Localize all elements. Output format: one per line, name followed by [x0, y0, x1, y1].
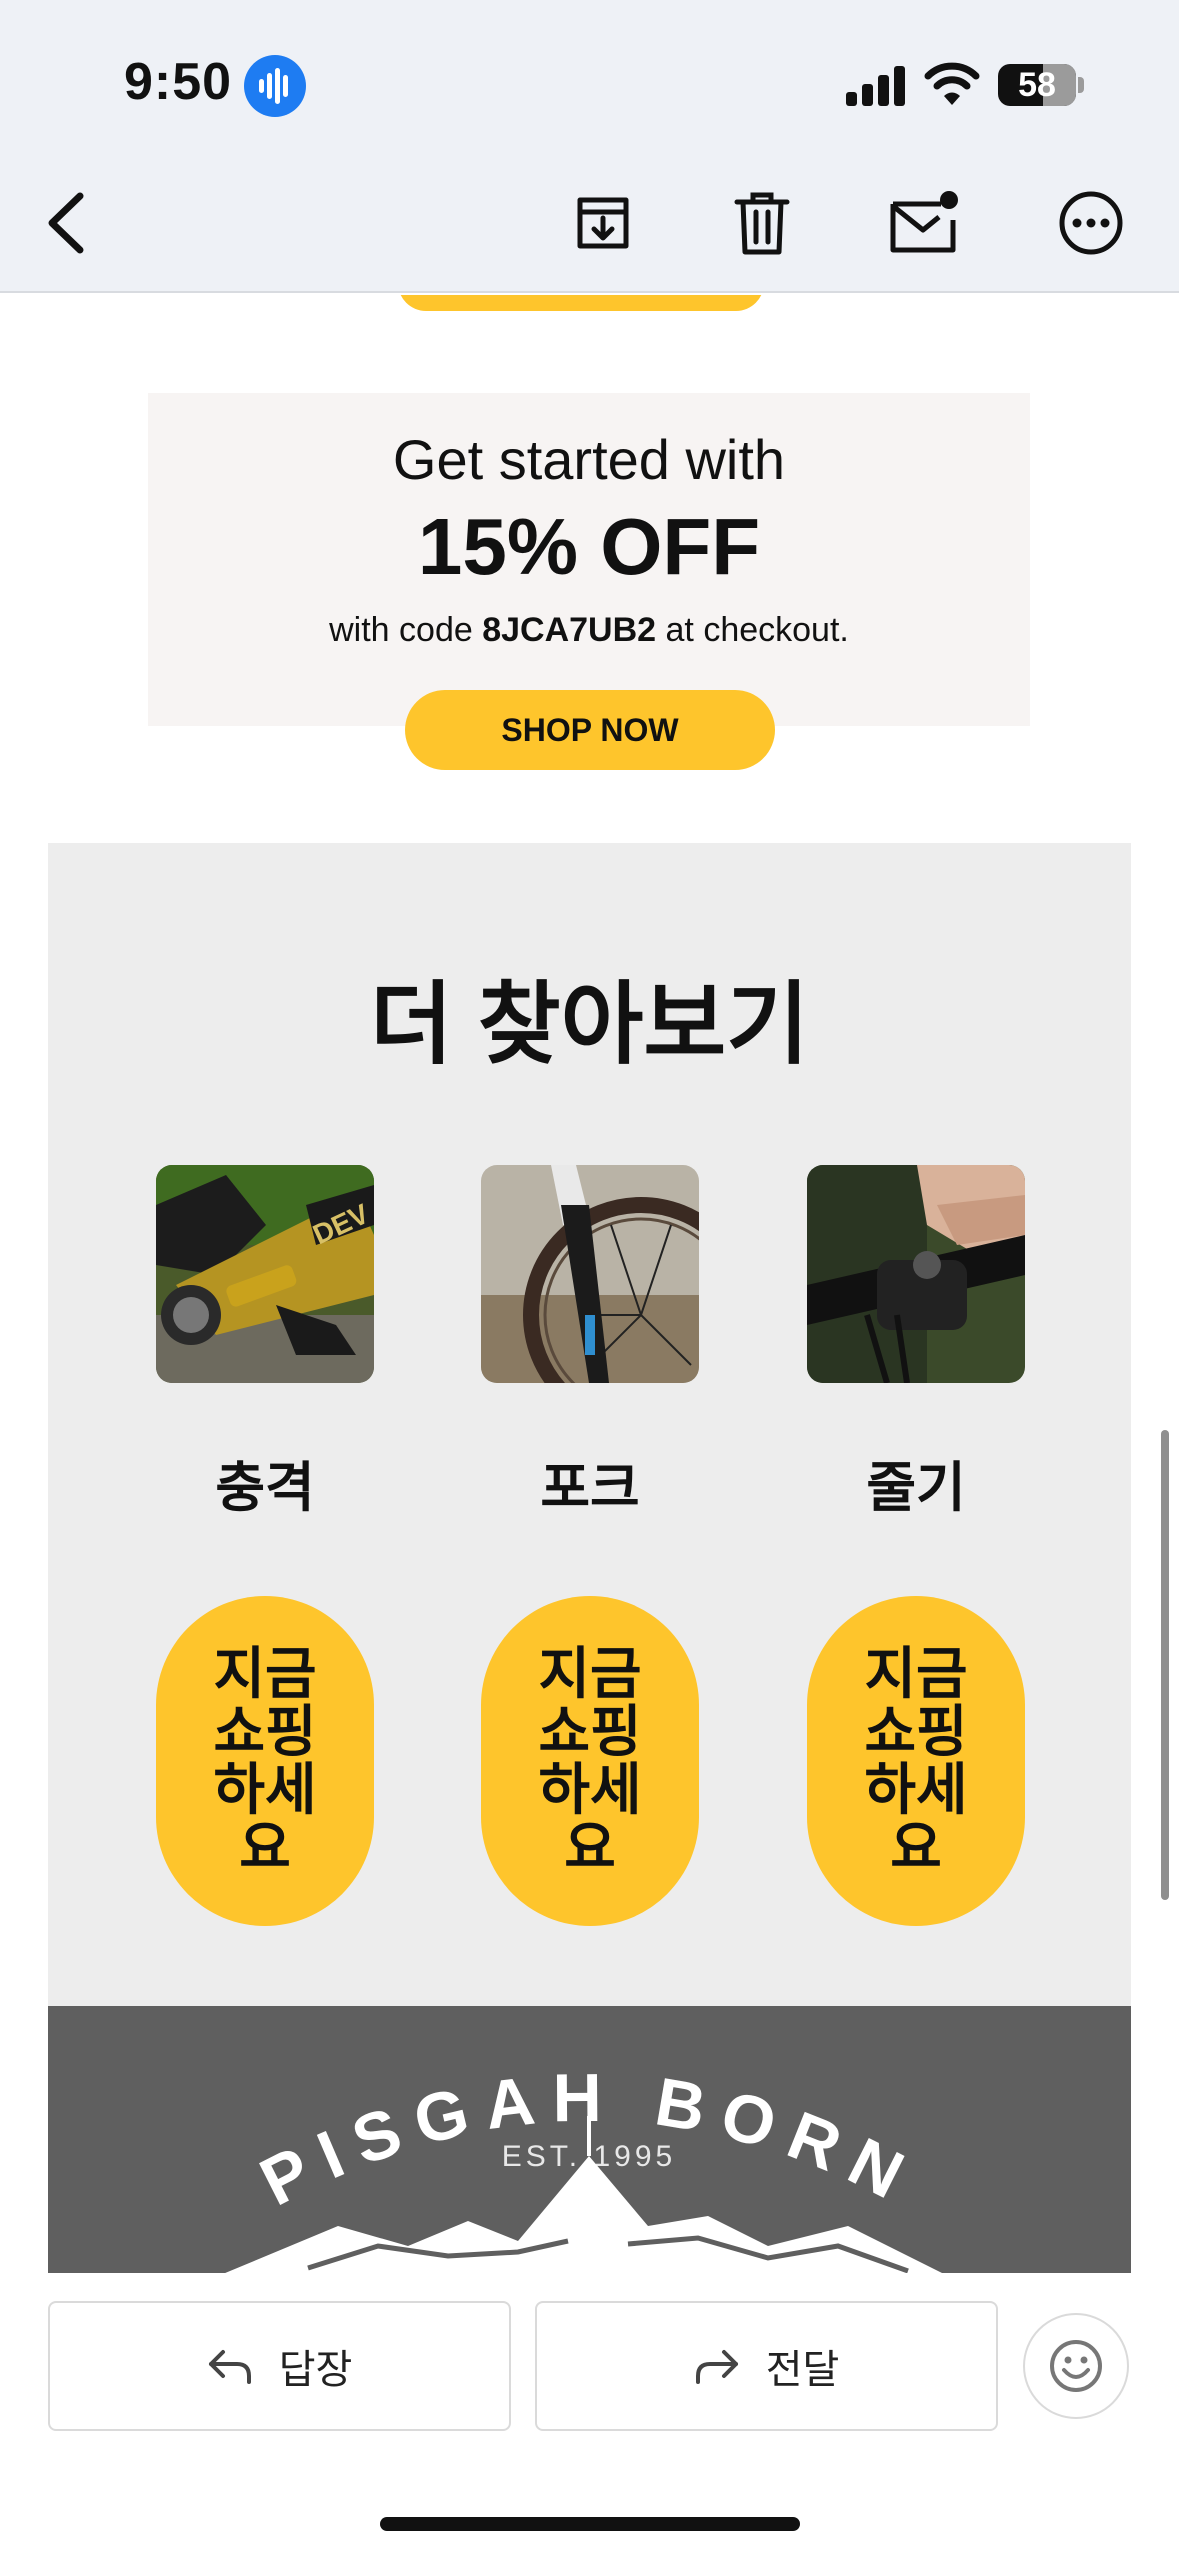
promo-code-prefix: with code [329, 611, 483, 649]
email-body: Get started with 15% OFF with code 8JCA7… [0, 295, 1179, 2273]
voice-recording-icon[interactable] [244, 55, 306, 117]
forward-arrow-icon [695, 2350, 738, 2384]
previous-cta-button[interactable] [398, 295, 764, 311]
shop-now-stem-button[interactable]: 지금 쇼핑하세요 [807, 1596, 1025, 1926]
reply-bar: 답장 전달 [0, 2273, 1179, 2556]
mail-unread-icon [890, 191, 958, 253]
pisgah-born-logo: PISGAH BORN EST. 1995 [225, 2060, 942, 2273]
explore-section: 더 찾아보기 DEV 충격 지금 쇼핑하세요 포크 지금 쇼핑하세요 줄기 지금… [48, 843, 1131, 2016]
promo-banner: Get started with 15% OFF with code 8JCA7… [148, 393, 1030, 726]
bike-stem-photo[interactable] [807, 1165, 1025, 1383]
reply-label: 답장 [278, 2348, 353, 2392]
smiley-icon [1050, 2340, 1102, 2392]
archive-button[interactable] [568, 188, 638, 258]
home-indicator[interactable] [380, 2517, 800, 2531]
reply-button[interactable]: 답장 [48, 2301, 511, 2431]
footer-logo-band: PISGAH BORN EST. 1995 [48, 2006, 1131, 2273]
battery-tip [1078, 77, 1084, 93]
promo-code-suffix: at checkout. [656, 611, 849, 649]
shock-absorber-photo[interactable]: DEV [156, 1165, 374, 1383]
more-icon [1059, 191, 1123, 255]
battery-icon: 58 [998, 64, 1076, 106]
category-label: 충격 [215, 1458, 315, 1518]
chevron-left-icon [48, 192, 84, 254]
category-fork: 포크 지금 쇼핑하세요 [481, 1165, 699, 1926]
shop-now-fork-button[interactable]: 지금 쇼핑하세요 [481, 1596, 699, 1926]
shop-now-shock-button[interactable]: 지금 쇼핑하세요 [156, 1596, 374, 1926]
bike-fork-photo[interactable] [481, 1165, 699, 1383]
promo-code: 8JCA7UB2 [482, 611, 657, 649]
promo-subtitle: Get started with [392, 428, 786, 491]
forward-label: 전달 [765, 2348, 840, 2392]
category-stem: 줄기 지금 쇼핑하세요 [807, 1165, 1025, 1926]
forward-button[interactable]: 전달 [535, 2301, 998, 2431]
trash-icon [734, 192, 790, 255]
delete-button[interactable] [727, 188, 797, 258]
category-shock: DEV 충격 지금 쇼핑하세요 [156, 1165, 374, 1926]
emoji-reaction-button[interactable] [1023, 2313, 1129, 2419]
category-label: 포크 [540, 1458, 640, 1518]
promo-code-text: with code 8JCA7UB2 at checkout. [148, 611, 1030, 650]
archive-icon [577, 197, 629, 249]
mail-toolbar: 9:50 58 [0, 0, 1179, 293]
category-label: 줄기 [866, 1458, 966, 1518]
promo-headline: 15% OFF [417, 502, 761, 591]
reply-arrow-icon [208, 2350, 251, 2384]
back-button[interactable] [30, 188, 100, 258]
mark-unread-button[interactable] [889, 188, 959, 258]
more-button[interactable] [1056, 188, 1126, 258]
explore-title: 더 찾아보기 [369, 975, 809, 1075]
scroll-indicator[interactable] [1161, 1430, 1169, 1900]
status-time: 9:50 [124, 53, 233, 111]
shop-now-button[interactable]: SHOP NOW [405, 690, 775, 770]
cellular-signal-icon [846, 64, 906, 106]
battery-level: 58 [1018, 66, 1056, 104]
wifi-icon [924, 62, 980, 105]
